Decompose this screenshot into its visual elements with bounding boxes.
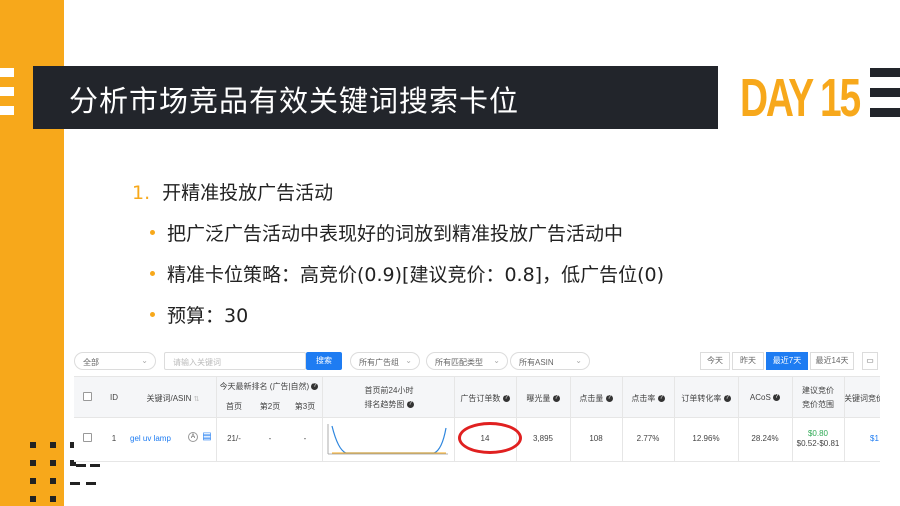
- header-kw-bid: 关键词竞价: [844, 394, 880, 403]
- help-icon: ?: [311, 383, 319, 391]
- range-14days-button[interactable]: 最近14天: [810, 352, 854, 370]
- help-icon: ?: [657, 395, 665, 403]
- range-yesterday-button[interactable]: 昨天: [732, 352, 764, 370]
- row-id: 1: [111, 434, 117, 443]
- help-icon: ?: [552, 395, 560, 403]
- right-bars-decoration: [870, 68, 900, 128]
- chevron-down-icon: ⌄: [141, 356, 148, 365]
- row-rank-second: -: [268, 434, 272, 443]
- help-icon: ?: [406, 401, 414, 409]
- slide-title: 分析市场竞品有效关键词搜索卡位: [69, 84, 520, 118]
- row-keyword-bid[interactable]: $1: [870, 434, 880, 443]
- header-ctr[interactable]: 点击率 ?: [622, 393, 674, 404]
- bullet-item: 把广泛广告活动中表现好的词放到精准投放广告活动中: [150, 219, 623, 246]
- title-bar: 分析市场竞品有效关键词搜索卡位: [33, 66, 718, 129]
- header-id: ID: [110, 393, 118, 402]
- chevron-down-icon: ⌄: [405, 356, 412, 365]
- help-icon: ?: [773, 394, 781, 402]
- header-rank-group: 今天最新排名 (广告|自然) ?: [219, 382, 319, 391]
- row-rank-third: -: [303, 434, 307, 443]
- keyword-table-screenshot: 全部 ⌄ 请输入关键词 搜索 所有广告组 ⌄ 所有匹配类型 ⌄ 所有ASIN ⌄ 今天 …: [74, 350, 880, 470]
- bullet-dot-icon: [150, 312, 155, 317]
- row-cvr: 12.96%: [692, 434, 720, 443]
- day-badge: DAY 15: [740, 68, 861, 128]
- sort-icon: ⇅: [193, 396, 200, 403]
- ad-badge-icon: A: [188, 432, 198, 442]
- row-checkbox[interactable]: [83, 433, 92, 442]
- table-header: ID 关键词/ASIN ⇅ 今天最新排名 (广告|自然) ? 首页 第2页 第3…: [74, 376, 880, 419]
- range-7days-button[interactable]: 最近7天: [766, 352, 808, 370]
- header-impressions[interactable]: 曝光量 ?: [516, 393, 570, 404]
- keyword-search-input[interactable]: 请输入关键词: [164, 352, 306, 370]
- asin-select[interactable]: 所有ASIN ⌄: [510, 352, 590, 370]
- bullet-dot-icon: [150, 271, 155, 276]
- bullet-dot-icon: [150, 230, 155, 235]
- row-bid-range: $0.52-$0.81: [796, 439, 840, 448]
- bullet-item: 精准卡位策略：高竞价(0.9)[建议竞价：0.8]，低广告位(0): [150, 260, 664, 287]
- header-acos[interactable]: ACoS ?: [738, 393, 792, 402]
- calendar-icon[interactable]: ▭: [862, 352, 878, 370]
- ad-group-select[interactable]: 所有广告组 ⌄: [350, 352, 420, 370]
- left-bars-decoration: [0, 68, 14, 125]
- highlight-circle: [458, 422, 522, 454]
- header-cvr[interactable]: 订单转化率 ?: [674, 393, 738, 404]
- all-select[interactable]: 全部 ⌄: [74, 352, 156, 370]
- chevron-down-icon: ⌄: [575, 356, 582, 365]
- header-bid-line1: 建议竞价: [802, 386, 834, 395]
- document-icon[interactable]: ▤: [202, 431, 212, 442]
- header-trend-line2: 排名趋势图 ?: [364, 400, 414, 409]
- match-type-select[interactable]: 所有匹配类型 ⌄: [426, 352, 508, 370]
- row-rank-first: 21/-: [227, 434, 241, 443]
- select-all-checkbox[interactable]: [83, 392, 92, 401]
- header-keyword[interactable]: 关键词/ASIN ⇅: [130, 393, 216, 404]
- header-rank-third: 第3页: [294, 402, 316, 411]
- row-acos: 28.24%: [751, 434, 779, 443]
- search-button[interactable]: 搜索: [306, 352, 342, 370]
- list-number: 1.: [132, 182, 151, 204]
- range-today-button[interactable]: 今天: [700, 352, 730, 370]
- header-bid-line2: 竞价范围: [802, 400, 834, 409]
- header-trend-line1: 首页前24小时: [364, 386, 414, 395]
- header-orders[interactable]: 广告订单数 ?: [454, 393, 516, 404]
- row-keyword-link[interactable]: gel uv lamp: [130, 434, 186, 443]
- header-clicks[interactable]: 点击量 ?: [570, 393, 622, 404]
- help-icon: ?: [605, 395, 613, 403]
- rank-trend-sparkline: [327, 424, 448, 455]
- bullet-item: 预算：30: [150, 301, 248, 328]
- row-suggested-bid: $0.80: [807, 429, 829, 438]
- help-icon: ?: [723, 395, 731, 403]
- list-item-heading: 1. 开精准投放广告活动: [132, 178, 333, 205]
- row-clicks: 108: [589, 434, 603, 443]
- row-ctr: 2.77%: [636, 434, 660, 443]
- header-rank-second: 第2页: [259, 402, 281, 411]
- filter-bar: 全部 ⌄ 请输入关键词 搜索 所有广告组 ⌄ 所有匹配类型 ⌄ 所有ASIN ⌄ 今天 …: [74, 350, 880, 372]
- header-rank-first: 首页: [226, 402, 242, 411]
- list-heading: 开精准投放广告活动: [162, 182, 334, 204]
- row-impressions: 3,895: [532, 434, 554, 443]
- chevron-down-icon: ⌄: [493, 356, 500, 365]
- help-icon: ?: [502, 395, 510, 403]
